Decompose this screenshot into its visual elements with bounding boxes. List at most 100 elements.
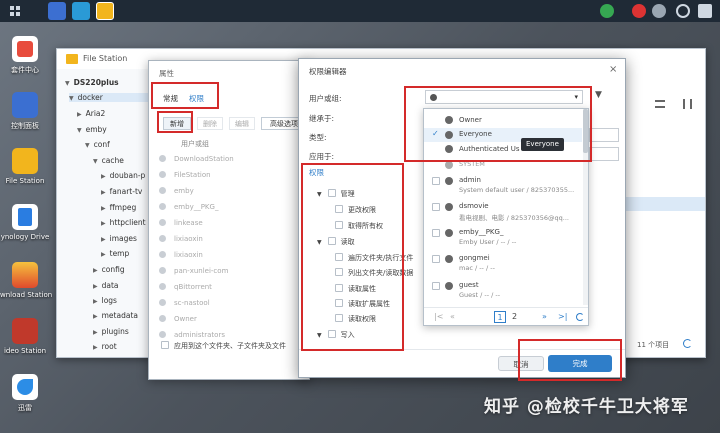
refresh-icon[interactable] bbox=[683, 339, 692, 348]
desktop-icon-download-station[interactable]: wnload Station bbox=[0, 262, 52, 299]
download-arrow-icon bbox=[12, 262, 38, 288]
user-or-group-label: 用户或组: bbox=[309, 94, 342, 103]
tree-item[interactable]: ▶ ffmpeg bbox=[101, 203, 136, 212]
tree-item[interactable]: ▼ conf bbox=[85, 140, 110, 149]
list-item[interactable]: pan-xunlei-com bbox=[159, 267, 228, 275]
tree-item[interactable]: ▶ Aria2 bbox=[77, 109, 105, 118]
tree-item[interactable]: ▶ metadata bbox=[93, 311, 138, 320]
first-page-icon[interactable]: |< bbox=[434, 312, 443, 321]
checkbox[interactable] bbox=[432, 255, 440, 263]
filter-icon[interactable]: ▼ bbox=[595, 90, 615, 104]
page-1-button[interactable]: 1 bbox=[494, 311, 506, 323]
tree-item[interactable]: ▶ images bbox=[101, 234, 137, 243]
desktop-icon-xunlei[interactable]: 迅雷 bbox=[0, 374, 50, 413]
last-page-icon[interactable]: >| bbox=[558, 312, 567, 321]
taskbar-file-station-icon[interactable] bbox=[96, 2, 114, 20]
list-item[interactable]: administrators bbox=[159, 331, 225, 339]
tree-item[interactable]: ▶ logs bbox=[93, 296, 117, 305]
sort-icon[interactable] bbox=[683, 99, 692, 109]
widgets-icon[interactable] bbox=[698, 4, 712, 18]
user-icon bbox=[159, 283, 166, 290]
highlight-box bbox=[518, 339, 622, 381]
prev-page-icon[interactable]: « bbox=[450, 312, 455, 321]
checkbox[interactable] bbox=[432, 177, 440, 185]
list-item[interactable]: sc-nastool bbox=[159, 299, 210, 307]
checkbox[interactable] bbox=[432, 282, 440, 290]
dropdown-entry-dsmovie[interactable]: dsmovie 看电视剧、电影 / 825370356@qq... bbox=[424, 201, 582, 225]
list-item[interactable]: linkease bbox=[159, 219, 203, 227]
toolbar-delete-button[interactable]: 删除 bbox=[197, 117, 223, 130]
list-item[interactable]: qBittorrent bbox=[159, 283, 212, 291]
right-field-select[interactable] bbox=[589, 128, 619, 142]
tree-item[interactable]: ▶ config bbox=[93, 265, 125, 274]
list-item[interactable]: lixiaoxin bbox=[159, 251, 203, 259]
user-icon bbox=[159, 171, 166, 178]
list-item[interactable]: Owner bbox=[159, 315, 197, 323]
control-panel-icon bbox=[12, 92, 38, 118]
list-item[interactable]: FileStation bbox=[159, 171, 211, 179]
toolbar-edit-button[interactable]: 编辑 bbox=[229, 117, 255, 130]
user-icon bbox=[159, 203, 166, 210]
close-icon[interactable]: × bbox=[609, 64, 617, 75]
desktop-icon-control-panel[interactable]: 控制面板 bbox=[0, 92, 50, 131]
user-icon bbox=[445, 203, 453, 211]
highlight-box bbox=[157, 111, 193, 133]
folder-icon bbox=[12, 148, 38, 174]
list-item[interactable]: lixiaoxin bbox=[159, 235, 203, 243]
list-item[interactable]: DownloadStation bbox=[159, 155, 234, 163]
group-icon bbox=[445, 161, 453, 169]
apply-checkbox[interactable] bbox=[161, 341, 169, 349]
dropdown-entry-guest[interactable]: guest Guest / -- / -- bbox=[424, 280, 582, 304]
folder-icon bbox=[66, 54, 78, 64]
bird-icon bbox=[12, 374, 38, 400]
list-view-icon[interactable] bbox=[655, 100, 665, 108]
tree-item[interactable]: ▶ temp bbox=[101, 249, 129, 258]
desktop-icon-package-center[interactable]: 套件中心 bbox=[0, 36, 50, 75]
tree-item[interactable]: ▼ DS220plus bbox=[65, 78, 119, 87]
user-icon bbox=[445, 282, 453, 290]
tree-item[interactable]: ▶ data bbox=[93, 281, 119, 290]
permission-editor-title: 权限编辑器 bbox=[309, 67, 347, 76]
desktop-icon-file-station[interactable]: File Station bbox=[0, 148, 50, 185]
main-menu-icon[interactable] bbox=[6, 2, 24, 20]
user-icon bbox=[159, 219, 166, 226]
tree-item[interactable]: ▶ fanart-tv bbox=[101, 187, 142, 196]
dropdown-entry-gongmei[interactable]: gongmei mac / -- / -- bbox=[424, 253, 582, 277]
dropdown-entry-admin[interactable]: admin System default user / 825370355... bbox=[424, 175, 582, 199]
tree-item[interactable]: ▼ emby bbox=[77, 125, 107, 134]
next-page-icon[interactable]: » bbox=[542, 312, 547, 321]
list-item[interactable]: emby__PKG_ bbox=[159, 203, 218, 211]
tree-item[interactable]: ▶ httpclient bbox=[101, 218, 146, 227]
group-icon bbox=[159, 315, 166, 322]
user-icon bbox=[159, 187, 166, 194]
sync-status-icon[interactable] bbox=[600, 4, 614, 18]
refresh-icon[interactable] bbox=[576, 313, 584, 321]
apply-checkbox-row[interactable]: 应用到这个文件夹、子文件夹及文件 bbox=[161, 341, 286, 351]
inherit-from-label: 继承于: bbox=[309, 114, 335, 123]
tree-item[interactable]: ▼ cache bbox=[93, 156, 124, 165]
dropdown-entry-emby-pkg[interactable]: emby__PKG_ Emby User / -- / -- bbox=[424, 227, 582, 251]
properties-title: 属性 bbox=[159, 69, 174, 78]
taskbar-docker-icon[interactable] bbox=[72, 2, 90, 20]
desktop-icon-synology-drive[interactable]: ynology Drive bbox=[0, 204, 50, 241]
user-icon bbox=[445, 229, 453, 237]
page-2-button[interactable]: 2 bbox=[512, 312, 517, 321]
taskbar-control-panel-icon[interactable] bbox=[48, 2, 66, 20]
highlight-box bbox=[151, 82, 219, 109]
search-icon[interactable] bbox=[676, 4, 690, 18]
checkbox[interactable] bbox=[432, 229, 440, 237]
tree-item[interactable]: ▶ plugins bbox=[93, 327, 129, 336]
checkbox[interactable] bbox=[432, 203, 440, 211]
user-icon[interactable] bbox=[652, 4, 666, 18]
right-field-select[interactable] bbox=[589, 147, 619, 161]
pagination: |< « 1 2 » >| bbox=[424, 307, 588, 325]
footer-item-count: 11 个项目 bbox=[637, 341, 670, 349]
list-item[interactable]: emby bbox=[159, 187, 194, 195]
tree-item[interactable]: ▶ douban-p bbox=[101, 171, 145, 180]
package-center-icon bbox=[12, 36, 38, 62]
notification-icon[interactable] bbox=[632, 4, 646, 18]
user-icon bbox=[445, 255, 453, 263]
desktop-icon-video-station[interactable]: ideo Station bbox=[0, 318, 50, 355]
tree-item[interactable]: ▼ docker bbox=[69, 93, 157, 102]
tree-item[interactable]: ▶ root bbox=[93, 342, 117, 351]
